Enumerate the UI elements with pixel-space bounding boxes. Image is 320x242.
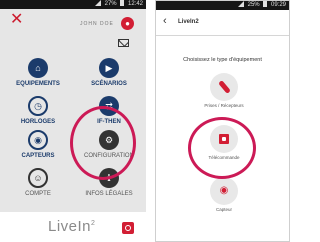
brand-icon [122,222,134,234]
eye-icon: ◉ [219,185,229,196]
battery-icon [120,0,125,6]
highlight-circle [188,117,256,179]
user-icon: ☺ [28,168,48,188]
option-label: Prises / Récepteurs [204,103,244,108]
footer: LiveIn2 [0,212,146,242]
eye-icon: ◉ [28,130,48,150]
right-phone-screen: 25% 09:29 ‹ LiveIn2 Choisissez le type d… [155,0,290,242]
status-time: 09:29 [270,2,286,8]
highlight-circle [70,106,136,180]
battery-level: 25% [247,2,260,8]
signal-icon [94,0,101,6]
livein-logo: LiveIn2 [48,218,96,235]
page-title: LiveIn2 [178,19,199,25]
battery-level: 27% [104,1,117,7]
status-bar: 27% 12:42 [0,0,146,9]
clock-icon: ◷ [28,96,48,116]
menu-item-scenarios[interactable]: ▶ SCÉNARIOS [76,58,142,87]
equipment-type-prompt: Choisissez le type d'équipement [183,57,262,63]
menu-item-equipements[interactable]: ⌂ EQUIPEMENTS [5,58,71,87]
nav-bar: ‹ LiveIn2 [156,10,289,36]
menu-item-label: CAPTEURS [21,153,55,159]
plug-icon [217,80,231,94]
mail-icon[interactable] [118,39,129,47]
menu-item-label: HORLOGES [20,119,56,125]
close-icon[interactable]: ✕ [10,12,23,28]
left-phone-screen: 27% 12:42 ✕ JOHN DOE ● ⌂ EQUIPEMENTS ▶ S… [0,0,146,242]
home-icon: ⌂ [28,58,48,78]
menu-item-label: EQUIPEMENTS [16,81,60,87]
user-name: JOHN DOE [80,21,114,27]
option-capteur[interactable]: ◉ Capteur [196,177,252,212]
battery-icon [263,1,268,7]
status-bar: 25% 09:29 [156,1,289,10]
play-icon: ▶ [99,58,119,78]
menu-item-compte[interactable]: ☺ COMPTE [5,168,71,197]
signal-icon [237,1,244,7]
menu-item-horloges[interactable]: ◷ HORLOGES [5,96,71,125]
menu-item-label: COMPTE [25,191,51,197]
avatar[interactable]: ● [121,17,134,30]
menu-item-capteurs[interactable]: ◉ CAPTEURS [5,130,71,159]
option-prises-recepteurs[interactable]: Prises / Récepteurs [196,73,252,108]
menu-header: ✕ JOHN DOE ● [0,9,146,34]
status-time: 12:42 [127,1,143,7]
menu-item-label: SCÉNARIOS [91,81,127,87]
back-arrow-icon[interactable]: ‹ [163,16,167,27]
menu-item-label: INFOS LÉGALES [85,191,133,197]
option-label: Capteur [215,207,232,212]
